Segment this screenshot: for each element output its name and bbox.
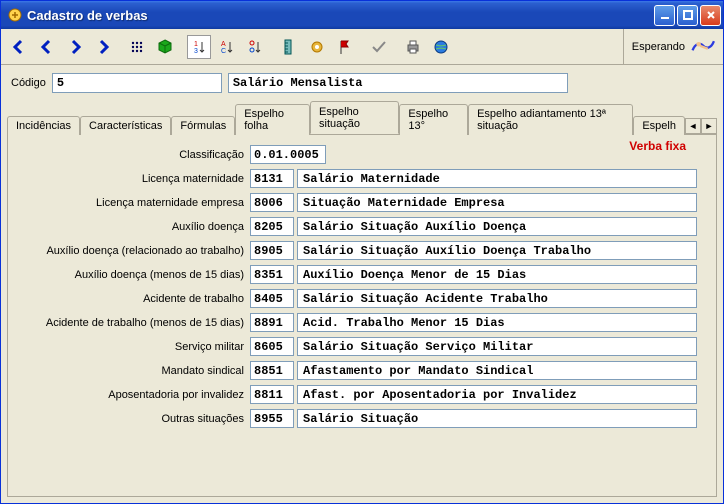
- gear-icon[interactable]: [305, 35, 329, 59]
- svg-text:1: 1: [194, 41, 198, 48]
- field-code-input[interactable]: [250, 241, 294, 260]
- field-label: Mandato sindical: [14, 365, 250, 377]
- field-label: Serviço militar: [14, 341, 250, 353]
- field-label: Aposentadoria por invalidez: [14, 389, 250, 401]
- flag-icon[interactable]: [333, 35, 357, 59]
- nav-next-button[interactable]: [63, 35, 87, 59]
- field-label: Auxílio doença: [14, 221, 250, 233]
- field-desc-input[interactable]: [297, 337, 697, 356]
- globe-icon[interactable]: [429, 35, 453, 59]
- tab-caracter-sticas[interactable]: Características: [80, 116, 171, 135]
- sort-alpha-button[interactable]: AC: [215, 35, 239, 59]
- tab-espelho-situa-o[interactable]: Espelho situação: [310, 101, 399, 134]
- tab-content: Verba fixa Classificação Licença materni…: [7, 135, 717, 497]
- check-icon[interactable]: [367, 35, 391, 59]
- field-label: Licença maternidade empresa: [14, 197, 250, 209]
- status-label: Esperando: [632, 41, 685, 53]
- nav-prev-button[interactable]: [35, 35, 59, 59]
- nav-first-button[interactable]: [7, 35, 31, 59]
- field-label: Acidente de trabalho (menos de 15 dias): [14, 317, 250, 329]
- field-row: Auxílio doença (relacionado ao trabalho): [14, 241, 710, 260]
- tab-espelh[interactable]: Espelh: [633, 116, 685, 135]
- field-code-input[interactable]: [250, 289, 294, 308]
- field-row: Aposentadoria por invalidez: [14, 385, 710, 404]
- svg-text:A: A: [221, 41, 226, 48]
- field-desc-input[interactable]: [297, 217, 697, 236]
- field-desc-input[interactable]: [297, 265, 697, 284]
- field-desc-input[interactable]: [297, 169, 697, 188]
- field-row: Auxílio doença (menos de 15 dias): [14, 265, 710, 284]
- code-label: Código: [11, 77, 46, 89]
- field-row: Outras situações: [14, 409, 710, 428]
- titlebar: Cadastro de verbas: [1, 1, 723, 29]
- minimize-button[interactable]: [654, 5, 675, 26]
- field-desc-input[interactable]: [297, 385, 697, 404]
- field-desc-input[interactable]: [297, 193, 697, 212]
- field-code-input[interactable]: [250, 217, 294, 236]
- toolbar-status: Esperando: [623, 29, 717, 64]
- window-title: Cadastro de verbas: [27, 8, 654, 23]
- field-label: Acidente de trabalho: [14, 293, 250, 305]
- field-row: Auxílio doença: [14, 217, 710, 236]
- tab-f-rmulas[interactable]: Fórmulas: [171, 116, 235, 135]
- field-code-input[interactable]: [250, 169, 294, 188]
- field-desc-input[interactable]: [297, 289, 697, 308]
- svg-text:3: 3: [194, 48, 198, 55]
- tab-scroll-left[interactable]: ◄: [685, 118, 701, 134]
- classification-input[interactable]: [250, 145, 326, 164]
- field-code-input[interactable]: [250, 361, 294, 380]
- field-label: Auxílio doença (relacionado ao trabalho): [14, 245, 250, 257]
- field-code-input[interactable]: [250, 409, 294, 428]
- field-desc-input[interactable]: [297, 313, 697, 332]
- field-code-input[interactable]: [250, 265, 294, 284]
- classification-row: Classificação: [14, 145, 710, 164]
- svg-text:C: C: [221, 48, 226, 55]
- tab-espelho-13-[interactable]: Espelho 13°: [399, 104, 468, 135]
- field-code-input[interactable]: [250, 313, 294, 332]
- field-row: Acidente de trabalho: [14, 289, 710, 308]
- field-row: Licença maternidade empresa: [14, 193, 710, 212]
- field-code-input[interactable]: [250, 337, 294, 356]
- app-icon: [7, 7, 23, 23]
- toolbar: 13 AC Esperando: [1, 29, 723, 65]
- field-label: Outras situações: [14, 413, 250, 425]
- sort-numeric-button[interactable]: 13: [187, 35, 211, 59]
- field-code-input[interactable]: [250, 193, 294, 212]
- window-controls: [654, 5, 721, 26]
- field-desc-input[interactable]: [297, 241, 697, 260]
- verba-fixa-badge: Verba fixa: [629, 139, 686, 153]
- grid-icon[interactable]: [125, 35, 149, 59]
- tab-espelho-adiantamento-13-situa-o[interactable]: Espelho adiantamento 13ª situação: [468, 104, 633, 135]
- tab-scroll: ◄ ►: [685, 118, 717, 134]
- field-row: Mandato sindical: [14, 361, 710, 380]
- field-code-input[interactable]: [250, 385, 294, 404]
- field-label: Auxílio doença (menos de 15 dias): [14, 269, 250, 281]
- tab-incid-ncias[interactable]: Incidências: [7, 116, 80, 135]
- tab-espelho-folha[interactable]: Espelho folha: [235, 104, 310, 135]
- sort-custom-button[interactable]: [243, 35, 267, 59]
- close-button[interactable]: [700, 5, 721, 26]
- app-window: Cadastro de verbas 13 AC: [0, 0, 724, 504]
- relax-icon: [691, 35, 717, 58]
- field-row: Serviço militar: [14, 337, 710, 356]
- print-icon[interactable]: [401, 35, 425, 59]
- classification-label: Classificação: [14, 149, 250, 161]
- field-row: Acidente de trabalho (menos de 15 dias): [14, 313, 710, 332]
- tab-scroll-right[interactable]: ►: [701, 118, 717, 134]
- cube-icon[interactable]: [153, 35, 177, 59]
- ruler-icon[interactable]: [277, 35, 301, 59]
- field-desc-input[interactable]: [297, 409, 697, 428]
- description-input[interactable]: [228, 73, 568, 93]
- tabs: IncidênciasCaracterísticasFórmulasEspelh…: [7, 101, 717, 135]
- field-row: Licença maternidade: [14, 169, 710, 188]
- maximize-button[interactable]: [677, 5, 698, 26]
- field-desc-input[interactable]: [297, 361, 697, 380]
- code-input[interactable]: [52, 73, 222, 93]
- header-form: Código: [1, 65, 723, 95]
- nav-last-button[interactable]: [91, 35, 115, 59]
- field-label: Licença maternidade: [14, 173, 250, 185]
